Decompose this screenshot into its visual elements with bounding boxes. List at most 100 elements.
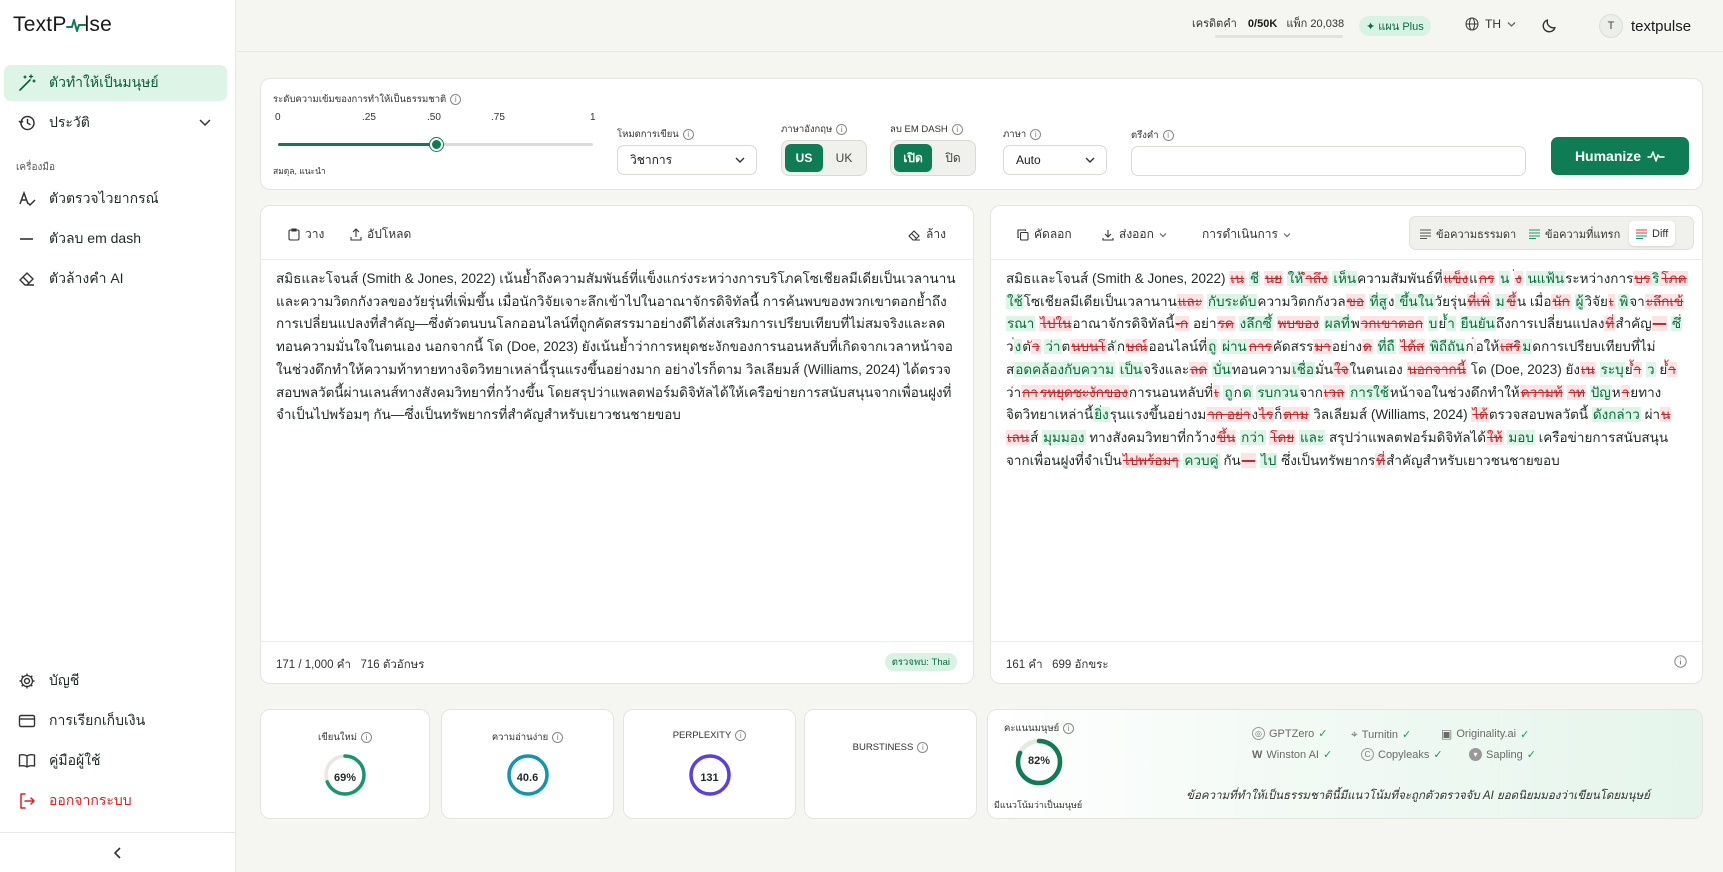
english-uk-option[interactable]: UK <box>825 144 863 172</box>
export-button[interactable]: ส่งออก <box>1102 225 1167 244</box>
deleted-text: เน <box>1229 271 1246 286</box>
inserted-text: ยิ่ง <box>1093 407 1110 423</box>
metric-rewrite: เขียนใหม่ i 69% <box>260 709 430 819</box>
english-label: ภาษาอังกฤษ i <box>781 122 848 137</box>
unchanged-text: ย <box>1630 384 1639 400</box>
view-mode-switch: ข้อความธรรมดา ข้อความที่แทรก Diff <box>1409 216 1694 250</box>
view-plain-tab[interactable]: ข้อความธรรมดา <box>1413 221 1523 246</box>
sidebar-item-humanizer[interactable]: ตัวทำให้เป็นมนุษย์ <box>4 65 227 101</box>
sidebar-item-history[interactable]: ประวัติ <box>4 105 227 141</box>
unchanged-text: โซเชียลมีเดียเป็นเวลานาน <box>1023 293 1177 309</box>
view-inserted-tab[interactable]: ข้อความที่แทรก <box>1522 221 1627 246</box>
sidebar-item-emdash[interactable]: ตัวลบ em dash <box>4 221 227 257</box>
info-icon[interactable]: i <box>1063 723 1075 734</box>
deleted-text: ขึ้น <box>1215 429 1237 445</box>
inserted-text: น <box>1499 271 1511 286</box>
paste-button[interactable]: วาง <box>288 225 324 244</box>
pack-value: 20,038 <box>1310 18 1345 30</box>
copy-button[interactable]: คัดลอก <box>1017 225 1072 244</box>
chevron-down-icon <box>1507 21 1516 27</box>
emdash-toggle[interactable]: เปิด ปิด <box>890 140 976 176</box>
metric-label: BURSTINESS <box>852 742 914 753</box>
user-menu[interactable]: T textpulse <box>1599 14 1691 38</box>
language-selector[interactable]: TH <box>1465 17 1516 31</box>
deleted-text: ไปพร้อมๆ <box>1121 452 1180 468</box>
moon-icon[interactable] <box>1541 16 1559 34</box>
paste-icon <box>288 228 300 241</box>
unchanged-text: จา <box>1629 293 1645 309</box>
info-icon[interactable]: i <box>682 129 694 140</box>
inserted-text: ม <box>1494 293 1506 309</box>
grammar-icon <box>17 189 37 209</box>
clear-button[interactable]: ล้าง <box>908 225 946 244</box>
deleted-text: ะลึกเข้ <box>1644 293 1685 309</box>
info-icon[interactable]: i <box>552 732 564 743</box>
info-icon[interactable]: i <box>1030 129 1042 140</box>
unchanged-text: วัยรุ่น <box>1434 293 1467 309</box>
plan-badge[interactable]: ✦ แผน Plus <box>1359 16 1431 36</box>
upload-button[interactable]: อัปโหลด <box>350 225 411 244</box>
sidebar-item-guide[interactable]: คู่มือผู้ใช้ <box>4 743 227 779</box>
view-diff-tab[interactable]: Diff <box>1629 221 1676 246</box>
clear-label: ล้าง <box>926 227 946 241</box>
input-text[interactable]: สมิธและโจนส์ (Smith & Jones, 2022) เน้นย… <box>276 268 960 427</box>
info-icon[interactable]: i <box>951 124 963 135</box>
keywords-input[interactable] <box>1131 146 1526 176</box>
info-icon[interactable]: i <box>360 732 372 743</box>
info-icon[interactable]: i <box>917 742 929 753</box>
intensity-slider[interactable] <box>278 138 593 151</box>
inserted-text: ระบุ <box>1599 361 1625 377</box>
sidebar-item-label: คู่มือผู้ใช้ <box>49 752 101 768</box>
metric-perplexity: PERPLEXITY i 131 <box>623 709 796 819</box>
collapse-sidebar-button[interactable] <box>0 832 236 872</box>
humanize-button[interactable]: Humanize <box>1551 137 1689 175</box>
diff-output-text[interactable]: สมิธและโจนส์ (Smith & Jones, 2022) เน ชี… <box>1006 268 1690 472</box>
inserted-text: บ <box>1427 316 1439 332</box>
english-variant-toggle[interactable]: US UK <box>781 140 867 176</box>
info-icon[interactable] <box>1674 655 1687 668</box>
sidebar-item-label: ตัวล้างคำ AI <box>49 270 124 286</box>
writing-mode-select[interactable]: วิชาการ <box>617 145 757 175</box>
inserted-text: ใช้ <box>1006 293 1024 309</box>
sidebar-item-account[interactable]: บัญชี <box>4 663 227 699</box>
sidebar-item-ai-cleaner[interactable]: ตัวล้างคำ AI <box>4 261 227 297</box>
app-logo[interactable]: TextP lse <box>13 13 112 37</box>
unchanged-text: ห <box>1611 384 1621 400</box>
metric-label: เขียนใหม่ <box>318 732 357 743</box>
unchanged-text: น เมื่อ <box>1516 293 1552 309</box>
actions-menu[interactable]: การดำเนินการ <box>1202 225 1291 244</box>
unchanged-text: ออนไลน์ที่ <box>1148 339 1208 355</box>
deleted-text: ขอ <box>1345 293 1365 309</box>
slider-thumb[interactable] <box>429 138 443 151</box>
unchanged-text: ย <box>1624 361 1633 377</box>
chevron-left-icon <box>113 846 121 859</box>
unchanged-text: ทางสังคมวิทยาที่กว้าง <box>1085 429 1216 445</box>
actions-label: การดำเนินการ <box>1202 227 1278 241</box>
output-footer: 161 คำ 699 อักขระ <box>991 641 1702 683</box>
language-select[interactable]: Auto <box>1003 145 1107 175</box>
intensity-label-text: ระดับความเข้มของการทำให้เป็นธรรมชาติ <box>273 94 447 105</box>
info-icon[interactable]: i <box>735 730 747 741</box>
emdash-on-option[interactable]: เปิด <box>894 144 932 172</box>
english-us-option[interactable]: US <box>785 144 823 172</box>
inserted-text: กับระดับ <box>1206 293 1258 309</box>
sidebar-item-logout[interactable]: ออกจากระบบ <box>4 783 227 819</box>
info-icon[interactable]: i <box>836 124 848 135</box>
info-icon[interactable]: i <box>450 94 462 105</box>
intensity-label: ระดับความเข้มของการทำให้เป็นธรรมชาติ i <box>273 92 462 107</box>
unchanged-text: ถึงการเปลี่ยนแปลง <box>1495 316 1605 332</box>
unchanged-text: โด (Doe, 2023) ยัง <box>1466 361 1580 377</box>
dash-icon <box>17 229 37 249</box>
chevron-down-icon[interactable] <box>199 118 211 128</box>
unchanged-text: จาก <box>1299 384 1323 400</box>
unchanged-text: ทอนความ <box>1231 361 1292 377</box>
emdash-off-option[interactable]: ปิด <box>934 144 972 172</box>
unchanged-text: ด <box>1532 339 1542 355</box>
sidebar-item-grammar[interactable]: ตัวตรวจไวยากรณ์ <box>4 181 227 217</box>
info-icon[interactable]: i <box>1162 130 1174 141</box>
unchanged-text: ง <box>1387 293 1395 309</box>
sidebar-item-billing[interactable]: การเรียกเก็บเงิน <box>4 703 227 739</box>
inserted-text: งลึกซึ้ <box>1238 316 1273 332</box>
logout-icon <box>17 791 37 811</box>
deleted-text: เลน <box>1006 429 1031 445</box>
